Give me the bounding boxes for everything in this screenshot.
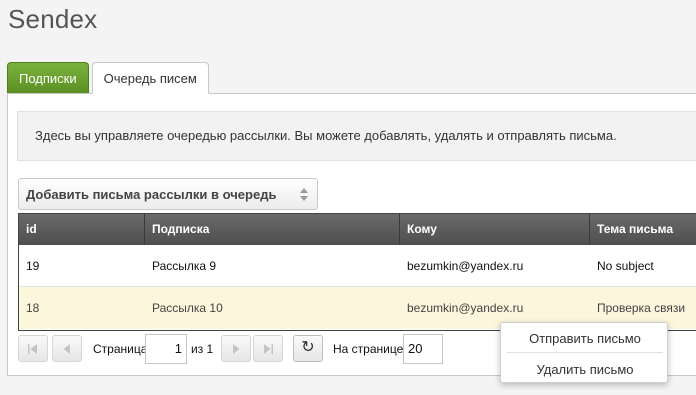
prev-page-icon: [63, 344, 70, 354]
page-count-label: из 1: [191, 342, 214, 356]
cell-subscription: Рассылка 9: [152, 259, 217, 273]
add-to-queue-label: Добавить письма рассылки в очередь: [26, 187, 277, 202]
last-page-icon: [264, 344, 273, 354]
last-page-button[interactable]: [253, 335, 283, 362]
queue-table: id Подписка Кому Тема письма 19 Рассылка…: [18, 213, 696, 331]
next-page-button[interactable]: [221, 335, 251, 362]
menu-item-delete-letter[interactable]: Удалить письмо: [507, 356, 663, 384]
app-title: Sendex: [8, 4, 98, 34]
column-header-subject[interactable]: Тема письма: [590, 214, 696, 245]
refresh-icon: ↻: [301, 339, 315, 356]
cell-subject: No subject: [597, 259, 654, 273]
table-header: id Подписка Кому Тема письма: [19, 214, 696, 245]
refresh-button[interactable]: ↻: [293, 335, 323, 362]
prev-page-button[interactable]: [52, 335, 82, 362]
column-header-subscription[interactable]: Подписка: [145, 214, 400, 245]
per-page-input[interactable]: 20: [403, 334, 443, 364]
per-page-label: На странице:: [333, 342, 407, 356]
column-header-to[interactable]: Кому: [400, 214, 590, 245]
column-header-id[interactable]: id: [19, 214, 145, 245]
info-text: Здесь вы управляете очередью рассылки. В…: [35, 128, 617, 143]
table-row[interactable]: 19 Рассылка 9 bezumkin@yandex.ru No subj…: [19, 245, 696, 287]
tab-bar: Подписки Очередь писем: [7, 62, 209, 94]
cell-id: 19: [26, 259, 40, 273]
select-arrows-icon: [300, 188, 308, 202]
context-menu: Отправить письмо Удалить письмо: [500, 322, 668, 383]
info-box: Здесь вы управляете очередью рассылки. В…: [17, 111, 696, 161]
cell-subscription: Рассылка 10: [152, 301, 223, 315]
first-page-button[interactable]: [18, 335, 48, 362]
page-number-input[interactable]: 1: [145, 334, 187, 364]
tab-mail-queue[interactable]: Очередь писем: [91, 62, 209, 94]
page-label: Страница: [93, 342, 148, 356]
menu-item-send-letter[interactable]: Отправить письмо: [507, 325, 663, 353]
add-to-queue-select[interactable]: Добавить письма рассылки в очередь: [18, 178, 318, 210]
next-page-icon: [233, 344, 240, 354]
cell-id: 18: [26, 301, 40, 315]
cell-to: bezumkin@yandex.ru: [407, 259, 524, 273]
tab-subscriptions[interactable]: Подписки: [7, 62, 89, 94]
first-page-icon: [28, 344, 37, 354]
